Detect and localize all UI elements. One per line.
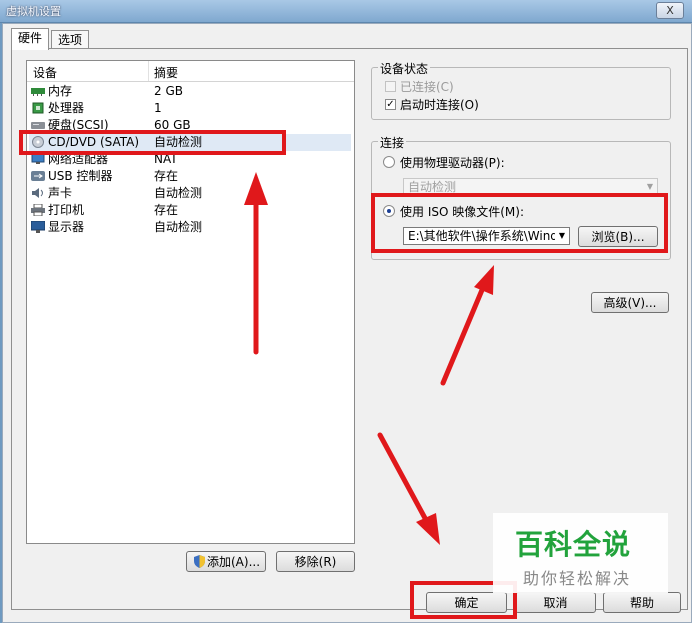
arrow-to-iso bbox=[440, 287, 485, 386]
watermark: 百科全说 助你轻松解决 bbox=[493, 513, 668, 593]
arrow-head bbox=[244, 172, 268, 205]
tab-hardware[interactable]: 硬件 bbox=[11, 28, 50, 50]
arrow-head bbox=[416, 513, 440, 545]
watermark-main-text: 百科全说 bbox=[515, 528, 632, 561]
arrow-head bbox=[474, 265, 494, 295]
tab-hardware-label: 硬件 bbox=[18, 31, 43, 45]
arrow-to-ok bbox=[377, 432, 429, 523]
watermark-sub-text: 助你轻松解决 bbox=[523, 569, 632, 588]
